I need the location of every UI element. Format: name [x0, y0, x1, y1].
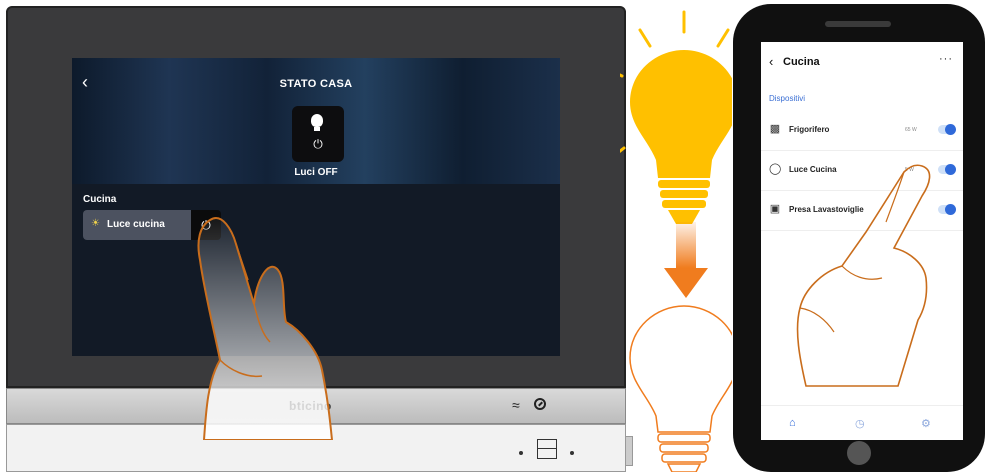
page-title: STATO CASA	[279, 78, 353, 90]
app-title: Cucina	[783, 56, 820, 68]
home-tab-icon[interactable]: ⌂	[789, 417, 796, 429]
bulb-icon	[311, 114, 323, 127]
room-label: Cucina	[83, 194, 117, 205]
device-toggle[interactable]	[938, 164, 956, 175]
back-icon[interactable]: ‹	[769, 54, 773, 69]
tab-bar: ⌂ ◷ ⚙	[761, 405, 963, 440]
device-label: Luce cucina	[107, 219, 165, 230]
settings-tab-icon[interactable]: ⚙	[921, 417, 931, 430]
device-power: 65 W	[905, 127, 917, 133]
more-menu-icon[interactable]: ···	[939, 53, 953, 65]
bulb-icon: ◯	[769, 163, 782, 175]
lights-tile-label: Luci OFF	[294, 167, 338, 178]
hand-pointer-icon	[796, 164, 931, 387]
device-toggle[interactable]	[938, 124, 956, 135]
history-tab-icon[interactable]: ◷	[855, 417, 865, 430]
socket-icon: ▣	[769, 203, 781, 215]
arrow-down-icon	[664, 222, 708, 298]
power-icon: ⏻	[313, 137, 323, 151]
app-header: ‹ Cucina ···	[761, 42, 963, 82]
phone-speaker	[825, 21, 891, 27]
bulb-off-icon	[629, 305, 732, 472]
bulb-on-icon	[620, 10, 732, 224]
device-row-frigorifero[interactable]: ▩ Frigorifero 65 W	[761, 112, 963, 151]
led-indicator	[519, 451, 523, 455]
phone-home-button[interactable]	[847, 441, 871, 465]
led-indicator	[570, 451, 574, 455]
bulb-icon: ☀	[91, 218, 100, 229]
section-tab-dispositivi[interactable]: Dispositivi	[769, 94, 805, 103]
bulb-icon-base	[314, 127, 320, 131]
device-toggle[interactable]	[938, 204, 956, 215]
device-name: Frigorifero	[789, 125, 830, 134]
do-not-disturb-icon	[534, 398, 546, 410]
fridge-icon: ▩	[769, 123, 781, 135]
lights-tile[interactable]: ⏻	[292, 106, 344, 162]
wifi-icon: ≈	[512, 397, 520, 413]
hand-pointer-icon	[197, 217, 334, 440]
home-key-icon[interactable]	[537, 439, 557, 459]
